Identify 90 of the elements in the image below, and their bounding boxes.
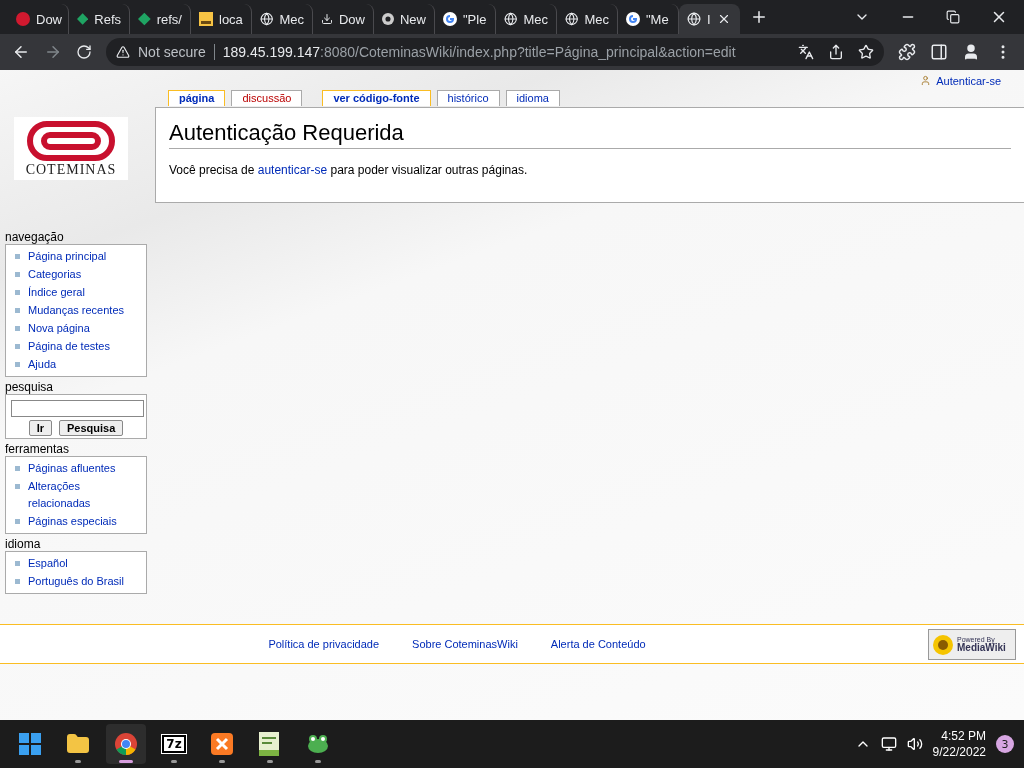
globe-icon xyxy=(687,12,701,26)
running-indicator xyxy=(75,760,81,763)
restore-icon[interactable] xyxy=(946,10,960,24)
logo[interactable]: COTEMINAS xyxy=(14,117,128,180)
footer-link[interactable]: Alerta de Conteúdo xyxy=(550,638,646,650)
login-link[interactable]: autenticar-se xyxy=(257,163,328,177)
volume-icon[interactable] xyxy=(906,736,923,752)
login-link[interactable]: Autenticar-se xyxy=(936,74,1001,87)
bullet-icon xyxy=(15,561,20,566)
archiver-icon[interactable]: 7z xyxy=(162,735,186,753)
sidebar-link[interactable]: Español xyxy=(28,555,68,572)
profile-icon[interactable] xyxy=(962,43,980,61)
page-tab[interactable]: ver código-fonte xyxy=(322,90,431,106)
bullet-icon xyxy=(15,308,20,313)
portlet-title: navegação xyxy=(5,230,65,244)
search-button[interactable]: Pesquisa xyxy=(59,420,124,436)
user-icon xyxy=(920,75,932,86)
frog-icon[interactable] xyxy=(306,733,330,755)
star-icon[interactable] xyxy=(858,44,874,60)
page-tab[interactable]: página xyxy=(168,90,226,106)
folder-icon[interactable] xyxy=(66,732,90,756)
running-indicator xyxy=(219,760,225,763)
clock[interactable]: 4:52 PM 9/22/2022 xyxy=(932,728,986,760)
sidebar-link[interactable]: Página principal xyxy=(28,248,107,265)
security-label: Not secure xyxy=(138,44,206,60)
sidebar-link[interactable]: Português do Brasil xyxy=(28,573,124,590)
sidebar-link[interactable]: Alterações relacionadas xyxy=(28,478,142,512)
body-text: Você precisa de autenticar-se para poder visualizar outras páginas. xyxy=(169,163,529,177)
download-icon xyxy=(321,12,333,26)
extensions-icon[interactable] xyxy=(898,43,916,61)
diamond-icon xyxy=(77,12,89,26)
taskbar-button[interactable] xyxy=(106,724,146,764)
page-tab[interactable]: histórico xyxy=(436,90,500,106)
globe-icon xyxy=(565,12,579,26)
page-tab[interactable]: idioma xyxy=(505,90,560,106)
notepad-icon[interactable] xyxy=(259,732,281,756)
bullet-icon xyxy=(15,254,20,259)
url-path: :8080/CoteminasWiki/index.php?title=Página_principal&action=edit xyxy=(320,44,736,60)
search-field[interactable] xyxy=(11,400,144,417)
share-icon[interactable] xyxy=(828,44,844,60)
bullet-icon xyxy=(15,344,20,349)
translate-icon[interactable] xyxy=(798,44,814,60)
bullet-icon xyxy=(15,579,20,584)
sidebar-link[interactable]: Nova página xyxy=(28,320,90,337)
running-indicator xyxy=(171,760,177,763)
sidebar-link[interactable]: Ajuda xyxy=(28,356,57,373)
bullet-icon xyxy=(15,519,20,524)
side-panel-icon[interactable] xyxy=(930,43,948,61)
sidebar-link[interactable]: Páginas especiais xyxy=(28,513,117,530)
bullet-icon xyxy=(15,272,20,277)
running-indicator xyxy=(267,760,273,763)
search-button[interactable]: Ir xyxy=(28,420,52,436)
logo-text: COTEMINAS xyxy=(25,162,117,178)
diamond-icon xyxy=(138,12,151,26)
sidebar-link[interactable]: Índice geral xyxy=(28,284,85,301)
new-tab-icon[interactable] xyxy=(750,8,768,26)
warning-icon xyxy=(116,45,130,59)
bullet-icon xyxy=(15,290,20,295)
globe-icon xyxy=(260,12,274,26)
reload-icon[interactable] xyxy=(76,44,92,60)
globe-icon xyxy=(504,12,518,26)
notification-badge[interactable]: 3 xyxy=(996,735,1014,753)
browser-tab[interactable]: I xyxy=(679,4,740,34)
portlet-title: pesquisa xyxy=(5,380,55,394)
bullet-icon xyxy=(15,484,20,489)
address-bar[interactable]: Not secure 189.45.199.147:8080/CoteminasWiki/index.php?title=Página_principal&action=edit xyxy=(106,38,884,66)
sidebar-link[interactable]: Mudanças recentes xyxy=(28,302,124,319)
sidebar-link[interactable]: Página de testes xyxy=(28,338,110,355)
sidebar-link[interactable]: Páginas afluentes xyxy=(28,460,116,477)
portlet-title: ferramentas xyxy=(5,442,71,456)
network-icon[interactable] xyxy=(880,736,897,752)
database-icon xyxy=(199,12,213,26)
page-title: Autenticação Requerida xyxy=(169,120,1011,149)
bullet-icon xyxy=(15,326,20,331)
portlet-title: idioma xyxy=(5,537,42,551)
back-icon[interactable] xyxy=(12,43,30,61)
sidebar-link[interactable]: Categorias xyxy=(28,266,82,283)
taskbar-button[interactable]: 7z xyxy=(154,724,194,764)
footer-link[interactable]: Política de privacidade xyxy=(268,638,380,650)
logo-mark-icon xyxy=(25,120,117,162)
url-host: 189.45.199.147 xyxy=(222,44,321,60)
running-indicator xyxy=(315,760,321,763)
sunflower-icon xyxy=(932,633,954,656)
running-indicator xyxy=(119,760,133,763)
footer-link[interactable]: Sobre CoteminasWiki xyxy=(412,638,518,650)
page-tab[interactable]: discussão xyxy=(231,90,303,106)
bullet-icon xyxy=(15,362,20,367)
windows-icon[interactable] xyxy=(19,733,41,755)
bullet-icon xyxy=(15,466,20,471)
forward-icon[interactable] xyxy=(44,43,62,61)
